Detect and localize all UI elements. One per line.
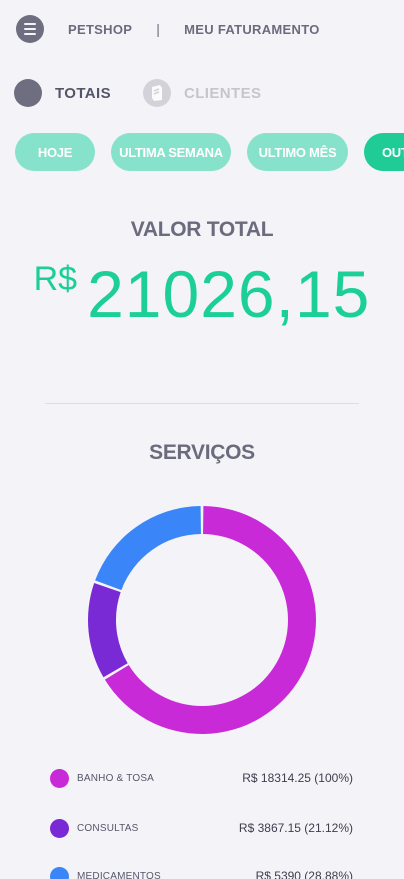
period-filters: HOJE ULTIMA SEMANA ULTIMO MÊS OUTROS — [15, 133, 404, 171]
legend-value: R$ 3867.15 (21.12%) — [238, 821, 353, 835]
app-title[interactable]: PETSHOP — [68, 22, 132, 37]
period-last-week-button[interactable]: ULTIMA SEMANA — [111, 133, 231, 171]
donut-slice-medicamentos[interactable] — [95, 506, 201, 591]
view-toggle: TOTAIS CLIENTES — [14, 79, 261, 107]
tab-totals[interactable]: TOTAIS — [55, 85, 111, 102]
legend-value: R$ 5390 (28.88%) — [255, 869, 353, 879]
app-header: PETSHOP | MEU FATURAMENTO — [16, 14, 404, 44]
divider — [45, 403, 359, 404]
period-others-button[interactable]: OUTROS — [364, 133, 404, 171]
services-title: SERVIÇOS — [149, 441, 255, 464]
legend-color-dot — [50, 818, 69, 838]
legend-value: R$ 18314.25 (100%) — [242, 771, 353, 785]
legend-color-dot — [50, 768, 69, 788]
legend-label: CONSULTAS — [77, 822, 139, 834]
period-today-button[interactable]: HOJE — [15, 133, 95, 171]
clients-icon[interactable] — [143, 79, 172, 107]
menu-icon[interactable] — [16, 15, 44, 43]
donut-slice-consultas[interactable] — [88, 583, 128, 678]
header-separator: | — [156, 21, 161, 37]
section-title: MEU FATURAMENTO — [184, 21, 320, 37]
legend-item: BANHO & TOSA R$ 18314.25 (100%) — [50, 768, 353, 788]
total-value: R$ 21026,15 — [0, 256, 404, 332]
currency-symbol: R$ — [33, 260, 78, 298]
totals-icon[interactable] — [14, 79, 42, 107]
legend-item: MEDICAMENTOS R$ 5390 (28.88%) — [50, 866, 353, 879]
period-last-month-button[interactable]: ULTIMO MÊS — [247, 133, 348, 171]
legend-item: CONSULTAS R$ 3867.15 (21.12%) — [50, 818, 353, 838]
legend-color-dot — [50, 866, 69, 879]
total-amount: 21026,15 — [87, 257, 371, 331]
page: PETSHOP | MEU FATURAMENTO TOTAIS CLIENTE… — [0, 0, 404, 879]
legend-label: MEDICAMENTOS — [77, 870, 161, 879]
services-donut-chart — [88, 506, 317, 734]
tab-clients[interactable]: CLIENTES — [184, 85, 261, 102]
total-title: VALOR TOTAL — [130, 218, 274, 241]
legend-label: BANHO & TOSA — [77, 772, 155, 784]
